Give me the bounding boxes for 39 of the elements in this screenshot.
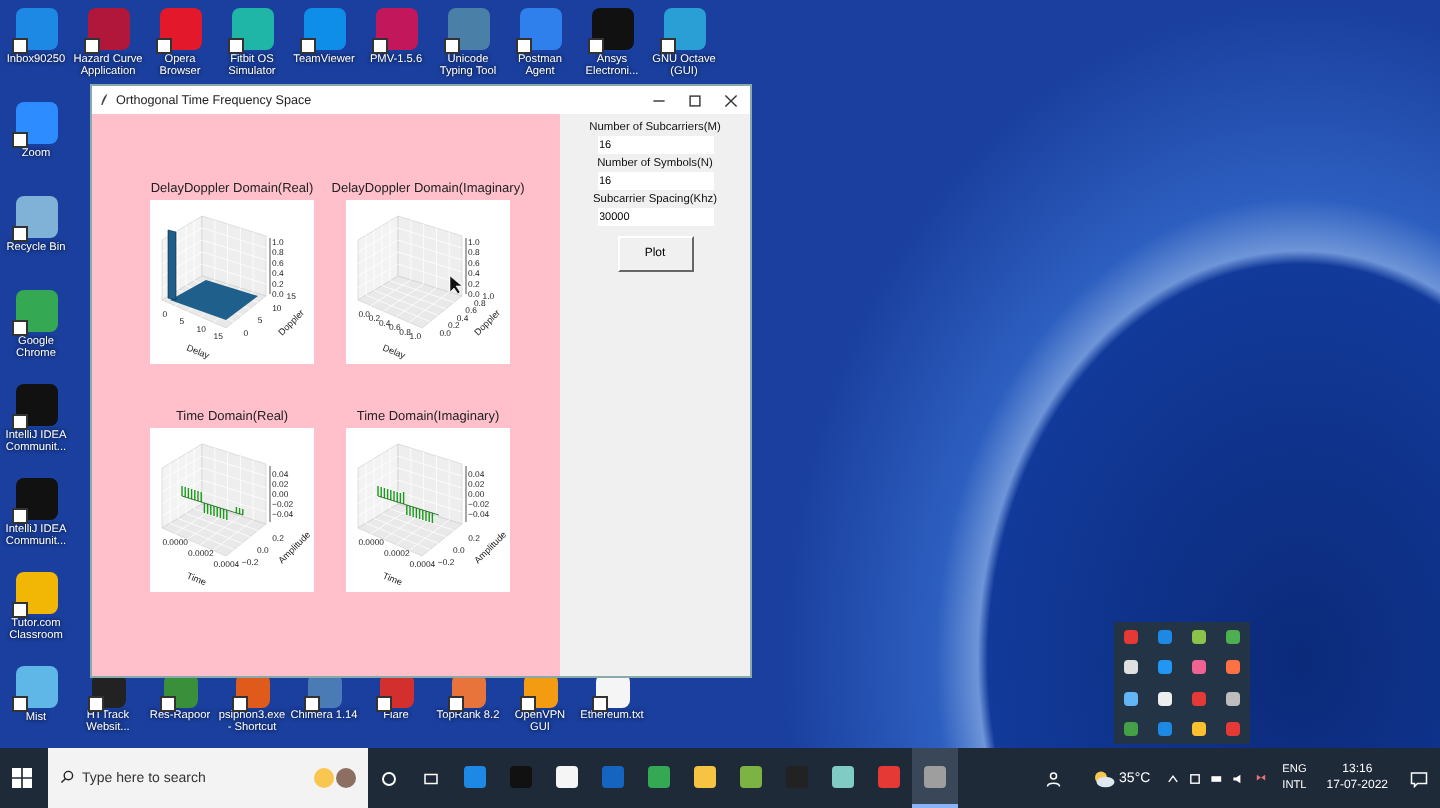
- chevron-up-icon[interactable]: [1166, 771, 1181, 785]
- app-icon[interactable]: [15, 8, 57, 50]
- app-icon[interactable]: [15, 290, 57, 332]
- app-icon[interactable]: [15, 102, 57, 144]
- app-icon[interactable]: [591, 8, 633, 50]
- people-icon[interactable]: [1045, 769, 1064, 787]
- maximize-icon[interactable]: [688, 93, 702, 107]
- tray-app-icon[interactable]: [1226, 660, 1240, 675]
- weather-cloud-icon[interactable]: [1091, 769, 1116, 787]
- app-icon[interactable]: [231, 8, 273, 50]
- app-icon[interactable]: [15, 666, 57, 708]
- app-icon[interactable]: [663, 8, 705, 50]
- search-highlight-drawing: [312, 766, 360, 790]
- app-icon[interactable]: [15, 196, 57, 238]
- app-icon[interactable]: [519, 8, 561, 50]
- notification-icon[interactable]: [1410, 769, 1428, 787]
- app-icon[interactable]: [15, 384, 57, 426]
- cortana-icon[interactable]: [380, 769, 398, 787]
- app-icon[interactable]: [375, 8, 417, 50]
- task-view-icon[interactable]: [422, 769, 440, 787]
- close-icon[interactable]: [724, 93, 738, 107]
- app-icon[interactable]: [15, 478, 57, 520]
- search-icon: [60, 770, 74, 784]
- app-icon[interactable]: [447, 8, 489, 50]
- windows-start-icon[interactable]: [12, 768, 32, 788]
- feather-icon: [100, 92, 110, 108]
- network-icon[interactable]: [1188, 771, 1203, 785]
- tray-app-icon[interactable]: [1192, 630, 1206, 645]
- tray-app-icon[interactable]: [1192, 721, 1206, 736]
- app-icon[interactable]: [303, 8, 345, 50]
- tray-app-icon[interactable]: [1124, 660, 1138, 675]
- tray-app-icon[interactable]: [1124, 691, 1138, 706]
- app-icon[interactable]: [15, 572, 57, 614]
- app-icon[interactable]: [159, 8, 201, 50]
- tray-app-icon[interactable]: [1158, 691, 1172, 706]
- tray-app-icon[interactable]: [1226, 630, 1240, 645]
- mouse-pointer-icon: [449, 275, 463, 295]
- app-icon[interactable]: [87, 8, 129, 50]
- tray-app-icon[interactable]: [1226, 691, 1240, 706]
